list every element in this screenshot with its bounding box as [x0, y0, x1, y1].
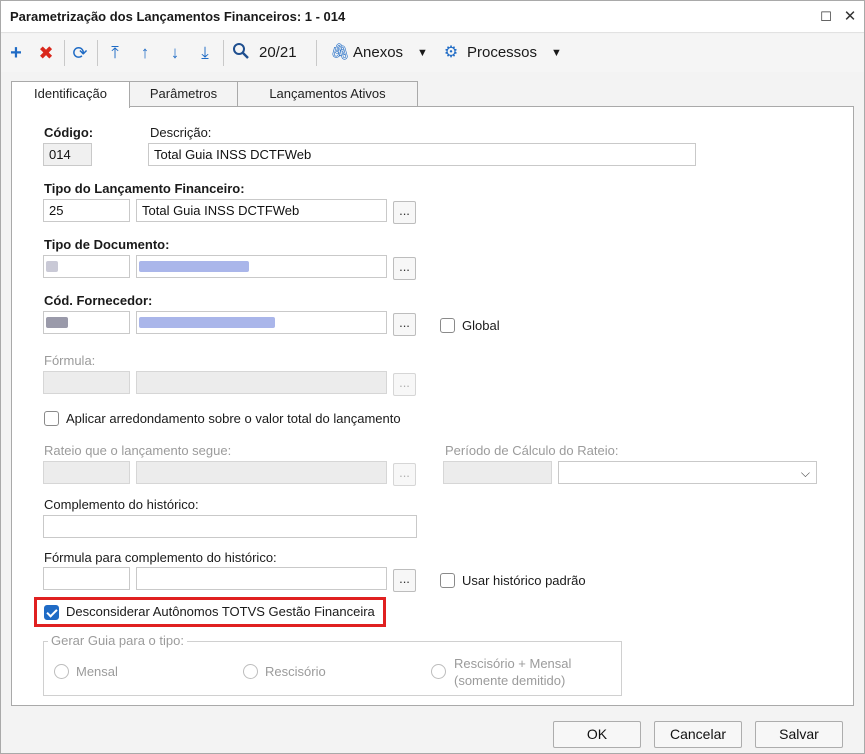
guide-monthly-radio[interactable]	[54, 664, 69, 679]
history-formula-code-field[interactable]	[43, 567, 130, 590]
guide-termination-monthly-label: Rescisório + Mensal	[454, 656, 572, 671]
code-field[interactable]: 014	[43, 143, 92, 166]
tab-identificacao[interactable]: Identificação	[11, 81, 130, 108]
previous-record-icon[interactable]: ↑	[135, 42, 155, 64]
toolbar-separator	[64, 40, 65, 66]
guide-termination-label: Rescisório	[265, 664, 326, 679]
add-icon[interactable]: +	[6, 42, 26, 64]
guide-termination-monthly-radio[interactable]	[431, 664, 446, 679]
launch-type-lookup-button[interactable]: ...	[393, 201, 416, 224]
tab-panel: Código: Descrição: 014 Total Guia INSS D…	[11, 106, 854, 706]
formula-label: Fórmula:	[44, 353, 96, 368]
apportion-label: Rateio que o lançamento segue:	[44, 443, 232, 458]
supplier-lookup-button[interactable]: ...	[393, 313, 416, 336]
redacted-value	[46, 317, 68, 328]
launch-type-code-field[interactable]: 25	[43, 199, 130, 222]
history-complement-label: Complemento do histórico:	[44, 497, 199, 512]
history-formula-label: Fórmula para complemento do histórico:	[44, 550, 277, 565]
apportion-code-field	[43, 461, 130, 484]
disregard-autonomous-checkbox[interactable]	[44, 605, 59, 620]
launch-type-desc-field[interactable]: Total Guia INSS DCTFWeb	[136, 199, 387, 222]
chevron-down-icon[interactable]: ▼	[417, 43, 428, 63]
window-title: Parametrização dos Lançamentos Financeir…	[10, 9, 346, 24]
global-label: Global	[462, 318, 500, 333]
description-label: Descrição:	[150, 125, 212, 140]
tab-lancamentos-ativos[interactable]: Lançamentos Ativos	[237, 81, 418, 107]
supplier-code-field[interactable]	[43, 311, 130, 334]
disregard-autonomous-label: Desconsiderar Autônomos TOTVS Gestão Fin…	[66, 604, 375, 619]
rounding-label: Aplicar arredondamento sobre o valor tot…	[66, 411, 401, 426]
tab-parametros[interactable]: Parâmetros	[129, 81, 238, 107]
code-label: Código:	[44, 125, 94, 140]
toolbar-separator	[97, 40, 98, 66]
doc-type-code-field[interactable]	[43, 255, 130, 278]
formula-desc-field	[136, 371, 387, 394]
redacted-value	[46, 261, 58, 272]
toolbar-separator	[316, 40, 317, 66]
record-position: 20/21	[259, 44, 297, 61]
apportion-lookup-button: ...	[393, 463, 416, 486]
description-field[interactable]: Total Guia INSS DCTFWeb	[148, 143, 696, 166]
chevron-down-icon: ⌵	[800, 466, 810, 480]
history-complement-field[interactable]	[43, 515, 417, 538]
formula-code-field	[43, 371, 130, 394]
global-checkbox[interactable]	[440, 318, 455, 333]
history-formula-lookup-button[interactable]: ...	[393, 569, 416, 592]
search-icon[interactable]	[230, 42, 252, 64]
redacted-value	[139, 317, 275, 328]
formula-lookup-button: ...	[393, 373, 416, 396]
redacted-value	[139, 261, 249, 272]
doc-type-lookup-button[interactable]: ...	[393, 257, 416, 280]
gear-icon[interactable]: ⚙	[442, 42, 460, 64]
apportion-period-field	[443, 461, 552, 484]
apportion-period-select[interactable]: ⌵	[558, 461, 817, 484]
rounding-checkbox[interactable]	[44, 411, 59, 426]
last-record-icon[interactable]: ⤓	[195, 42, 215, 64]
supplier-desc-field[interactable]	[136, 311, 387, 334]
doc-type-label: Tipo de Documento:	[44, 237, 170, 252]
attachments-button[interactable]: Anexos	[353, 43, 403, 63]
first-record-icon[interactable]: ⤒	[105, 42, 125, 64]
cancel-button[interactable]: Cancelar	[654, 721, 742, 748]
delete-icon[interactable]: ✖	[36, 42, 56, 64]
apportion-desc-field	[136, 461, 387, 484]
save-button[interactable]: Salvar	[755, 721, 843, 748]
launch-type-label: Tipo do Lançamento Financeiro:	[44, 181, 245, 196]
guide-type-legend: Gerar Guia para o tipo:	[48, 633, 187, 648]
toolbar: + ✖ ⟳ ⤒ ↑ ↓ ⤓ 20/21 🖇 Anexos ▼ ⚙ Process…	[1, 34, 864, 72]
close-icon[interactable]: ✕	[839, 6, 861, 28]
guide-termination-monthly-note: (somente demitido)	[454, 673, 566, 688]
apportion-period-label: Período de Cálculo do Rateio:	[445, 443, 619, 458]
dialog-window: Parametrização dos Lançamentos Financeir…	[0, 0, 865, 754]
toolbar-separator	[223, 40, 224, 66]
supplier-label: Cód. Fornecedor:	[44, 293, 153, 308]
refresh-icon[interactable]: ⟳	[70, 42, 90, 64]
doc-type-desc-field[interactable]	[136, 255, 387, 278]
ok-button[interactable]: OK	[553, 721, 641, 748]
next-record-icon[interactable]: ↓	[165, 42, 185, 64]
processes-button[interactable]: Processos	[467, 43, 537, 63]
default-history-checkbox[interactable]	[440, 573, 455, 588]
restore-icon[interactable]: ☐	[815, 6, 837, 28]
guide-termination-radio[interactable]	[243, 664, 258, 679]
guide-monthly-label: Mensal	[76, 664, 118, 679]
chevron-down-icon[interactable]: ▼	[551, 43, 562, 63]
paperclip-icon[interactable]: 🖇	[330, 42, 350, 64]
default-history-label: Usar histórico padrão	[462, 573, 586, 588]
title-bar: Parametrização dos Lançamentos Financeir…	[1, 1, 864, 33]
history-formula-desc-field[interactable]	[136, 567, 387, 590]
